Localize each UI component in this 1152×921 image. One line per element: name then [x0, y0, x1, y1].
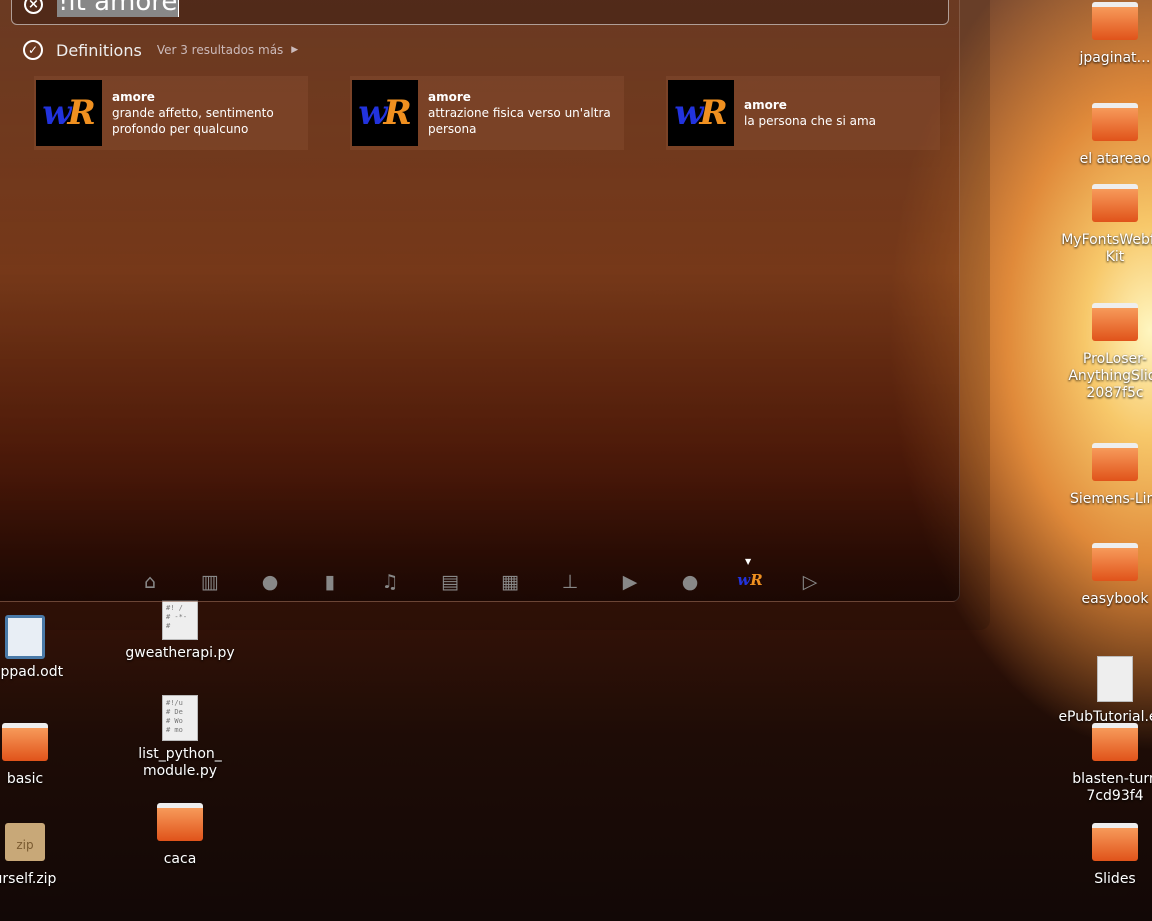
- applications-icon[interactable]: ▥: [199, 571, 221, 593]
- files-icon[interactable]: ▮: [319, 571, 341, 593]
- desktop-folder[interactable]: jpaginat…: [1070, 2, 1152, 67]
- clear-search-icon[interactable]: ×: [24, 0, 43, 14]
- desktop-folder[interactable]: MyFontsWebf… Kit: [1050, 184, 1152, 266]
- folder-icon: [1092, 2, 1138, 40]
- desktop-file[interactable]: mppad.odt: [0, 615, 70, 681]
- result-item[interactable]: wR amore attrazione fisica verso un'altra…: [350, 76, 624, 150]
- more-results-link[interactable]: Ver 3 resultados más: [157, 43, 283, 57]
- wordreference-icon[interactable]: wR: [737, 571, 763, 593]
- python-file-icon: #!/u # De # Wo # mo: [162, 695, 198, 741]
- search-box[interactable]: × !it amore: [11, 0, 949, 25]
- desktop-folder[interactable]: blasten-turn 7cd93f4: [1058, 723, 1152, 805]
- video-icon[interactable]: ▶: [619, 571, 641, 593]
- home-icon[interactable]: ⌂: [139, 571, 161, 593]
- wordreference-icon: wR: [36, 80, 102, 146]
- desktop-file[interactable]: #! / # -*- # gweatherapi.py: [120, 600, 240, 662]
- active-lens-indicator: ▼: [745, 557, 752, 566]
- folder-icon: [1092, 443, 1138, 481]
- desktop-folder[interactable]: Siemens-Lin…: [1070, 443, 1152, 508]
- wordreference-icon: wR: [668, 80, 734, 146]
- news-icon[interactable]: ▤: [439, 571, 461, 593]
- desktop-folder[interactable]: Slides: [1070, 823, 1152, 888]
- folder-icon: [1092, 303, 1138, 341]
- desktop-folder[interactable]: ProLoser- AnythingSlid- 2087f5c: [1058, 303, 1152, 402]
- downloads-icon[interactable]: ⊥: [559, 571, 581, 593]
- desktop-folder[interactable]: el atareao: [1070, 103, 1152, 168]
- folder-icon: [157, 803, 203, 841]
- result-description: attrazione fisica verso un'altra persona: [428, 106, 611, 136]
- check-icon: ✓: [23, 40, 43, 60]
- video-play-icon[interactable]: ▷: [799, 571, 821, 593]
- search-input[interactable]: !it amore: [57, 0, 180, 17]
- desktop-file[interactable]: zipurself.zip: [0, 823, 70, 888]
- desktop-folder[interactable]: easybook: [1070, 543, 1152, 608]
- desktop-file[interactable]: #!/u # De # Wo # mo list_python_ module.py: [120, 695, 240, 780]
- document-icon: [1097, 656, 1133, 702]
- result-description: grande affetto, sentimento profondo per …: [112, 106, 274, 136]
- result-item[interactable]: wR amore la persona che si ama: [666, 76, 940, 150]
- odt-document-icon: [5, 615, 45, 659]
- category-header: ✓ Definitions Ver 3 resultados más ▶: [23, 40, 298, 60]
- desktop-folder[interactable]: basic: [0, 723, 70, 788]
- folder-icon: [1092, 184, 1138, 222]
- folder-icon: [1092, 543, 1138, 581]
- music-icon[interactable]: ♫: [379, 571, 401, 593]
- desktop-file[interactable]: ePubTutorial.e…: [1050, 656, 1152, 726]
- folder-icon: [1092, 823, 1138, 861]
- result-title: amore: [112, 90, 155, 104]
- category-title: Definitions: [56, 40, 142, 60]
- python-file-icon: #! / # -*- #: [162, 600, 198, 640]
- zip-archive-icon: zip: [5, 823, 45, 861]
- social-icon[interactable]: ●: [259, 571, 281, 593]
- chevron-right-icon[interactable]: ▶: [291, 45, 298, 55]
- folder-icon: [2, 723, 48, 761]
- result-title: amore: [428, 90, 471, 104]
- result-item[interactable]: wR amore grande affetto, sentimento profo…: [34, 76, 308, 150]
- photos-icon[interactable]: ▦: [499, 571, 521, 593]
- wordreference-icon: wR: [352, 80, 418, 146]
- folder-icon: [1092, 103, 1138, 141]
- result-description: la persona che si ama: [744, 114, 876, 128]
- folder-icon: [1092, 723, 1138, 761]
- dash-overlay: × !it amore ✓ Definitions Ver 3 resultad…: [0, 0, 960, 602]
- gwibber-icon[interactable]: ●: [679, 571, 701, 593]
- desktop-folder[interactable]: caca: [135, 803, 225, 868]
- result-title: amore: [744, 98, 787, 112]
